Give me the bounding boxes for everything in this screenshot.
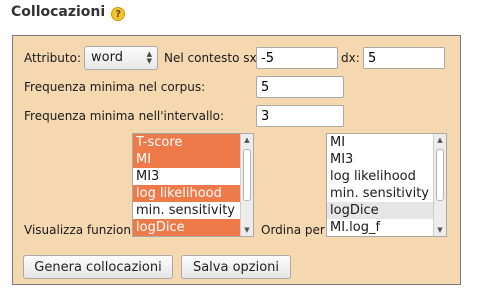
section-title-text: Collocazioni (11, 4, 106, 20)
select-arrows-icon: ▲ ▼ (146, 50, 152, 65)
scroll-thumb[interactable] (243, 149, 251, 201)
attributo-label: Attributo: (24, 51, 81, 65)
visualizza-option[interactable]: MI (133, 151, 253, 168)
visualizza-option[interactable]: min. sensitivity (133, 202, 253, 219)
visualizza-option[interactable]: log likelihood (133, 185, 253, 202)
ordina-option[interactable]: logDice (327, 202, 446, 219)
visualizza-scrollbar[interactable]: ▲ ▼ (240, 134, 253, 236)
genera-collocazioni-button[interactable]: Genera collocazioni (23, 255, 173, 279)
contesto-sx-label: Nel contesto sx: (164, 51, 261, 65)
section-title: Collocazioni ? (11, 4, 126, 21)
attributo-select-value: word (91, 50, 123, 65)
visualizza-label: Visualizza funzioni: (24, 223, 139, 237)
freq-corpus-label: Frequenza minima nel corpus: (24, 80, 206, 94)
ordina-scrollbar[interactable]: ▲ ▼ (433, 134, 446, 236)
freq-intervallo-label: Frequenza minima nell'intervallo: (24, 109, 225, 123)
dx-input[interactable] (363, 47, 445, 69)
ordina-option[interactable]: MI.log_f (327, 219, 446, 236)
question-mark-icon[interactable]: ? (111, 7, 126, 21)
ordina-option[interactable]: MI (327, 134, 446, 151)
scroll-up-icon[interactable]: ▲ (241, 134, 253, 146)
ordina-label: Ordina per: (261, 223, 329, 237)
ordina-option[interactable]: MI3 (327, 151, 446, 168)
scroll-down-icon[interactable]: ▼ (434, 224, 446, 236)
scroll-up-icon[interactable]: ▲ (434, 134, 446, 146)
dx-label: dx: (341, 51, 360, 65)
collocations-page: Collocazioni ? Attributo: word ▲ ▼ Nel co… (0, 0, 478, 303)
attributo-select[interactable]: word ▲ ▼ (84, 46, 158, 70)
ordina-option[interactable]: log likelihood (327, 168, 446, 185)
scroll-down-icon[interactable]: ▼ (241, 224, 253, 236)
scroll-thumb[interactable] (436, 149, 444, 201)
visualizza-option[interactable]: MI3 (133, 168, 253, 185)
freq-corpus-input[interactable] (256, 76, 344, 98)
contesto-sx-input[interactable] (256, 47, 338, 69)
salva-opzioni-button[interactable]: Salva opzioni (181, 255, 291, 279)
ordina-option[interactable]: min. sensitivity (327, 185, 446, 202)
visualizza-option[interactable]: logDice (133, 219, 253, 236)
visualizza-option[interactable]: T-score (133, 134, 253, 151)
visualizza-listbox[interactable]: T-score MI MI3 log likelihood min. sensitivi… (132, 133, 254, 237)
ordina-listbox[interactable]: MI MI3 log likelihood min. sensitivity logDi… (326, 133, 447, 237)
freq-intervallo-input[interactable] (256, 105, 344, 127)
